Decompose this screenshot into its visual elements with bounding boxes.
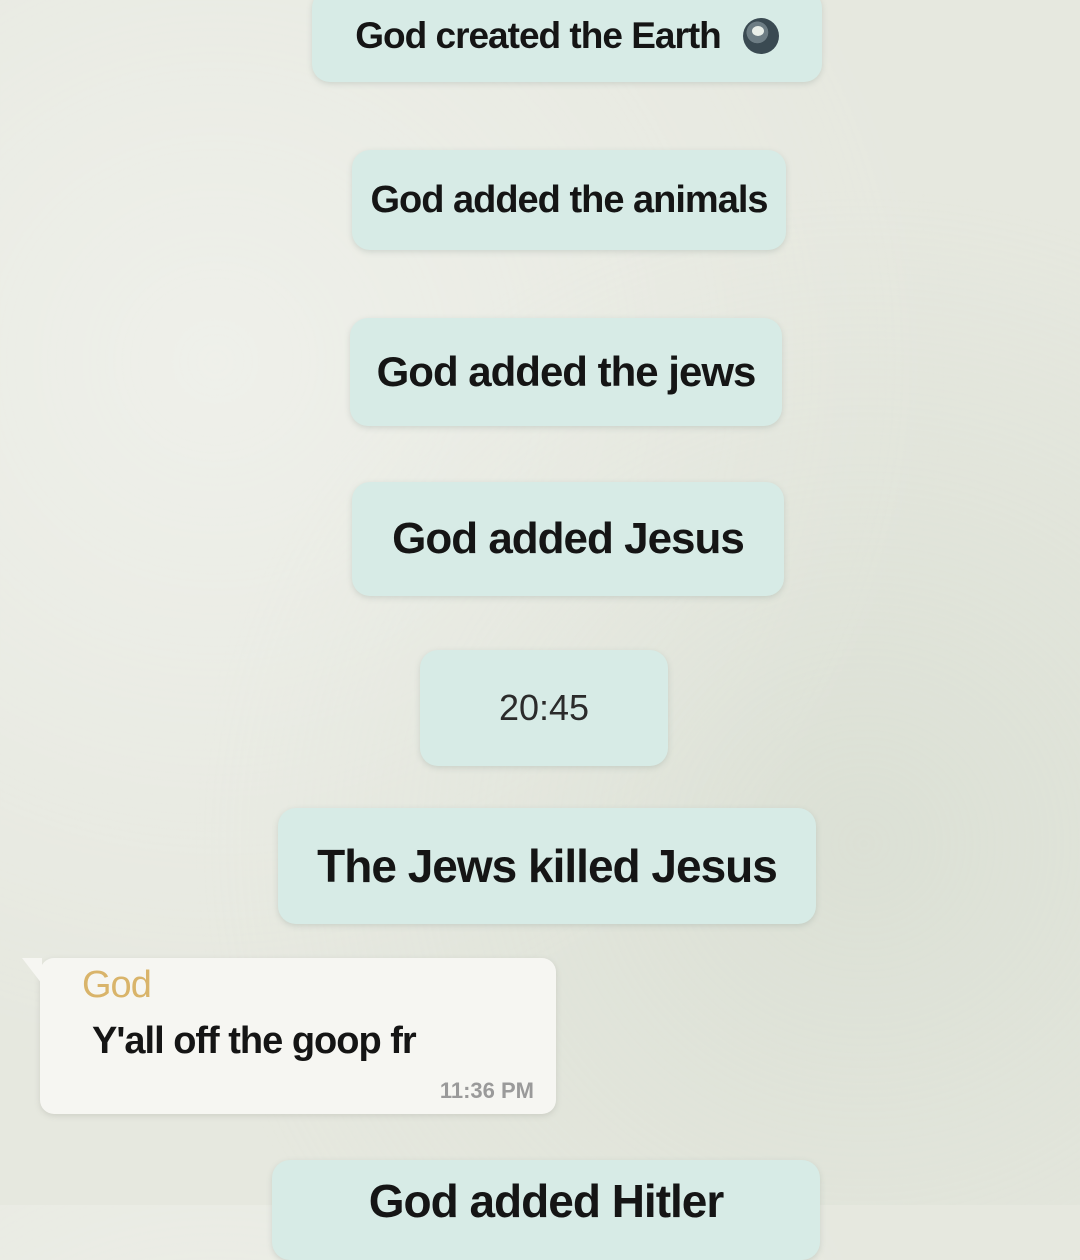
system-message-killed: The Jews killed Jesus <box>278 808 816 924</box>
system-message-earth: God created the Earth <box>312 0 822 82</box>
system-message-hitler: God added Hitler <box>272 1160 820 1260</box>
system-message-text: God added Jesus <box>392 514 745 563</box>
system-message-text: God added the jews <box>376 348 757 395</box>
incoming-message[interactable]: God Y'all off the goop fr 11:36 PM <box>22 958 556 1114</box>
system-message-text: God added the animals <box>370 178 768 221</box>
system-message-text: The Jews killed Jesus <box>317 840 778 892</box>
message-time: 11:36 PM <box>439 1078 534 1103</box>
sender-name: God <box>82 964 152 1006</box>
chat-view: God created the Earth God added the anim… <box>0 0 1080 1260</box>
system-message-text: God created the Earth <box>355 15 722 56</box>
system-message-jesus: God added Jesus <box>352 482 784 596</box>
system-message-animals: God added the animals <box>352 150 786 250</box>
date-separator: 20:45 <box>420 650 668 766</box>
message-text: Y'all off the goop fr <box>92 1020 417 1062</box>
globe-icon <box>742 18 779 54</box>
timestamp-text: 20:45 <box>498 687 590 728</box>
system-message-text: God added Hitler <box>368 1175 725 1227</box>
system-message-jews: God added the jews <box>350 318 782 426</box>
